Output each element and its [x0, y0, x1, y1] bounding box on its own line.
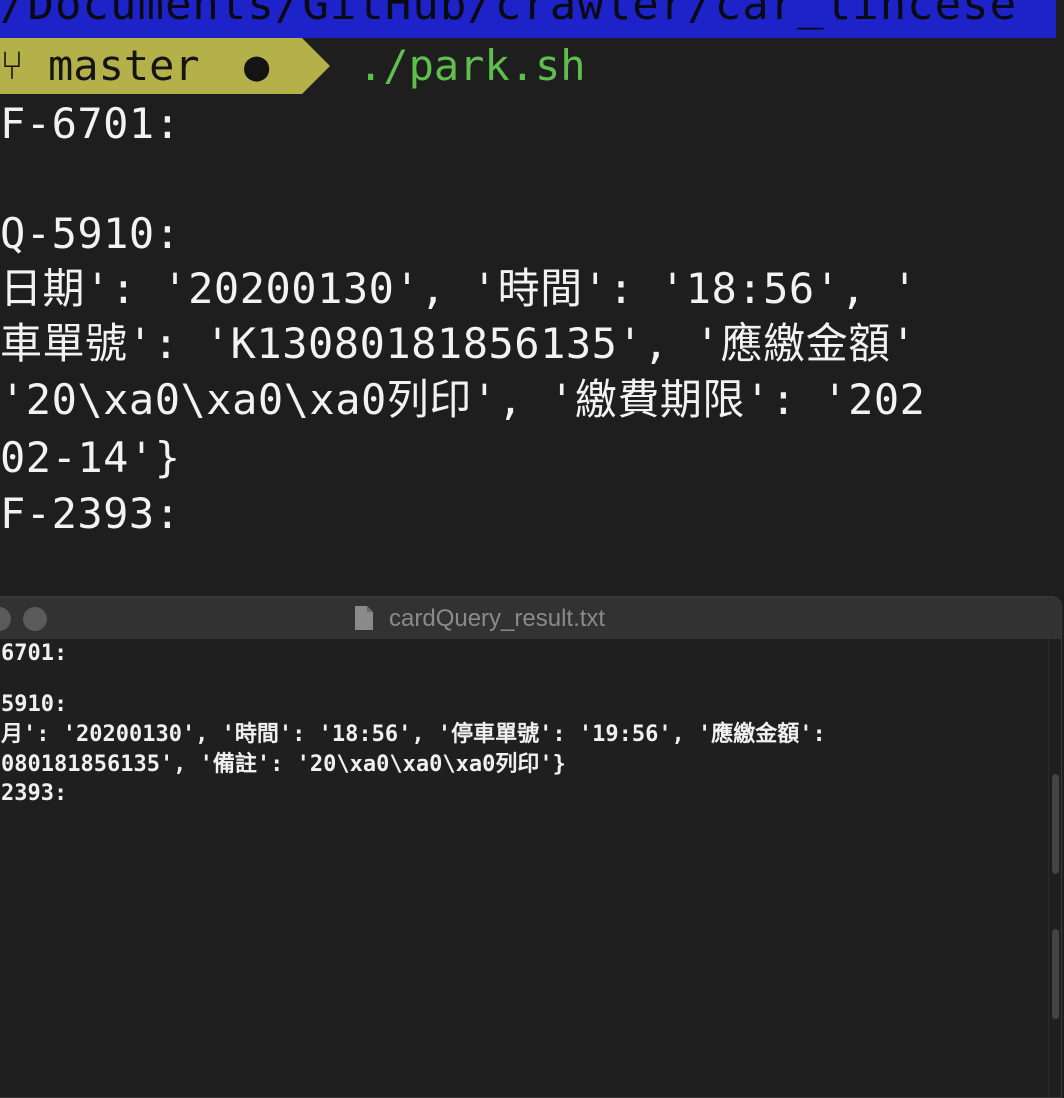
editor-line: 080181856135', '備註': '20\xa0\xa0\xa0列印'}: [1, 752, 566, 777]
editor-text-area[interactable]: 6701: 5910: 月': '20200130', '時間': '18:56…: [0, 639, 1061, 1097]
editor-line: 5910:: [1, 692, 68, 717]
output-line: 日期': '20200130', '時間': '18:56', ': [0, 264, 918, 313]
editor-scrollbar[interactable]: [1048, 639, 1061, 1097]
prompt-row: ⑂ master ● ./park.sh: [0, 38, 1064, 94]
output-line: F-6701:: [0, 99, 181, 148]
window-minimize-button[interactable]: [23, 607, 47, 631]
output-line: Q-5910:: [0, 209, 181, 258]
dirty-indicator: ●: [244, 41, 270, 90]
editor-line: 月': '20200130', '時間': '18:56', '停車單號': '…: [1, 722, 826, 747]
editor-line: 2393:: [1, 781, 68, 806]
branch-name: master: [48, 41, 200, 90]
output-line: '20\xa0\xa0\xa0列印', '繳費期限': '202: [0, 375, 926, 424]
cwd-path: /Documents/GitHub/crawler/car_lincese: [0, 0, 1018, 30]
output-line: F-2393:: [0, 489, 181, 538]
cwd-path-bar: /Documents/GitHub/crawler/car_lincese: [0, 0, 1056, 38]
powerline-arrow: [302, 38, 330, 94]
editor-title: cardQuery_result.txt: [389, 605, 606, 632]
editor-line: 6701:: [1, 641, 68, 666]
output-line: 02-14'}: [0, 433, 181, 482]
git-branch-icon: ⑂: [0, 43, 24, 89]
git-branch-segment: ⑂ master ●: [0, 38, 302, 94]
scrollbar-thumb[interactable]: [1052, 929, 1059, 1019]
command-text: ./park.sh: [358, 41, 586, 90]
output-line: 車單號': 'K13080181856135', '應繳金額': [0, 319, 917, 368]
document-icon: [355, 606, 373, 630]
scrollbar-thumb[interactable]: [1052, 774, 1059, 874]
window-close-button[interactable]: [0, 607, 11, 631]
terminal-window[interactable]: /Documents/GitHub/crawler/car_lincese ⑂ …: [0, 0, 1064, 1098]
editor-titlebar[interactable]: cardQuery_result.txt: [0, 597, 1061, 640]
text-editor-window[interactable]: cardQuery_result.txt 6701: 5910: 月': '20…: [0, 596, 1062, 1098]
